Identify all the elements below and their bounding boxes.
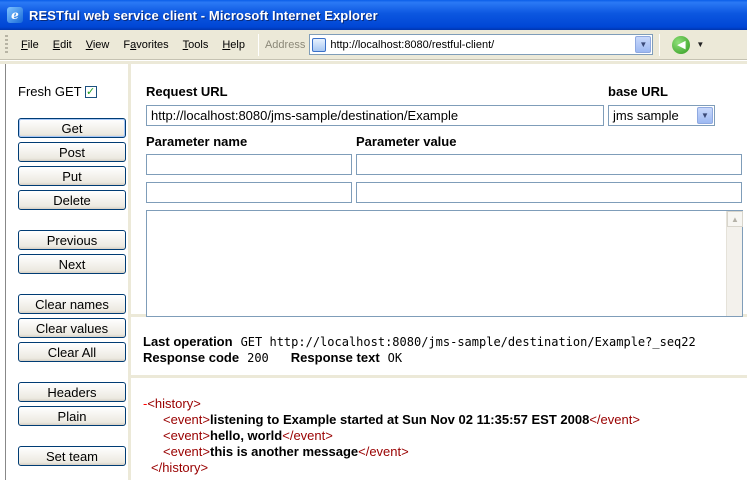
response-code-value: 200: [247, 351, 269, 365]
clear-names-button[interactable]: Clear names: [18, 294, 126, 314]
event-text: listening to Example started at Sun Nov …: [210, 412, 590, 427]
event-text: hello, world: [210, 428, 283, 443]
toolbar-separator: [659, 33, 661, 56]
xml-root-close: </history>: [151, 460, 209, 475]
fresh-get-option[interactable]: Fresh GET ✓: [18, 84, 97, 99]
get-button[interactable]: Get: [18, 118, 126, 138]
menu-file[interactable]: File: [14, 39, 46, 51]
menu-view[interactable]: View: [79, 39, 117, 51]
response-code-row: Response code 200 Response text OK: [143, 350, 402, 365]
window-title: RESTful web service client - Microsoft I…: [29, 7, 378, 23]
menu-bar: File Edit View Favorites Tools Help Addr…: [0, 30, 747, 60]
internet-explorer-icon: e: [7, 7, 23, 23]
request-url-input[interactable]: http://localhost:8080/jms-sample/destina…: [146, 105, 604, 126]
xml-root-open: -<history>: [143, 396, 201, 411]
headers-button[interactable]: Headers: [18, 382, 126, 402]
parameter-name-input-1[interactable]: [146, 154, 352, 175]
back-arrow-icon[interactable]: ◀: [672, 35, 691, 54]
toolbar-grip[interactable]: [5, 34, 8, 55]
menu-tools[interactable]: Tools: [176, 39, 216, 51]
next-button[interactable]: Next: [18, 254, 126, 274]
response-text-label: Response text: [290, 350, 380, 365]
base-url-select[interactable]: jms sample ▼: [608, 105, 715, 126]
parameter-value-input-1[interactable]: [356, 154, 742, 175]
parameter-name-input-2[interactable]: [146, 182, 352, 203]
chevron-down-icon[interactable]: ▼: [697, 107, 713, 124]
post-button[interactable]: Post: [18, 142, 126, 162]
clear-all-button[interactable]: Clear All: [18, 342, 126, 362]
window-titlebar[interactable]: e RESTful web service client - Microsoft…: [0, 0, 747, 30]
event-text: this is another message: [210, 444, 359, 459]
clear-values-button[interactable]: Clear values: [18, 318, 126, 338]
previous-button[interactable]: Previous: [18, 230, 126, 250]
address-input[interactable]: http://localhost:8080/restful-client/ ▼: [309, 34, 654, 55]
delete-button[interactable]: Delete: [18, 190, 126, 210]
parameter-name-label: Parameter name: [146, 134, 248, 149]
address-label: Address: [264, 38, 306, 51]
request-url-label: Request URL: [146, 84, 228, 99]
plain-button[interactable]: Plain: [18, 406, 126, 426]
put-button[interactable]: Put: [18, 166, 126, 186]
base-url-label: base URL: [608, 84, 668, 99]
xml-event-1: <event>listening to Example started at S…: [163, 412, 640, 427]
base-url-selected: jms sample: [613, 108, 679, 123]
back-dropdown-icon[interactable]: ▼: [696, 40, 704, 49]
xml-event-3: <event>this is another message</event>: [163, 444, 409, 459]
scroll-up-icon[interactable]: ▲: [727, 211, 743, 227]
address-dropdown-icon[interactable]: ▼: [635, 36, 652, 53]
set-team-button[interactable]: Set team: [18, 446, 126, 466]
last-operation-row: Last operation GET http://localhost:8080…: [143, 334, 696, 349]
response-frame: -<history> <event>listening to Example s…: [131, 381, 747, 480]
request-frame: Request URL base URL http://localhost:80…: [131, 64, 747, 317]
fresh-get-checkbox[interactable]: ✓: [84, 85, 97, 98]
response-code-label: Response code: [143, 350, 240, 365]
response-text-value: OK: [387, 351, 403, 365]
parameter-value-label: Parameter value: [356, 134, 457, 149]
request-body-textarea[interactable]: ▲: [146, 210, 743, 317]
textarea-scrollbar[interactable]: ▲: [726, 211, 743, 316]
parameter-value-input-2[interactable]: [356, 182, 742, 203]
fresh-get-label: Fresh GET: [18, 84, 82, 99]
menu-favorites[interactable]: Favorites: [116, 39, 175, 51]
menu-edit[interactable]: Edit: [46, 39, 79, 51]
address-url: http://localhost:8080/restful-client/: [330, 38, 495, 51]
status-frame: Last operation GET http://localhost:8080…: [131, 320, 747, 378]
last-operation-label: Last operation: [143, 334, 233, 349]
toolbar-separator: [257, 33, 259, 56]
page-icon: [312, 37, 327, 52]
menu-help[interactable]: Help: [215, 39, 252, 51]
xml-event-2: <event>hello, world</event>: [163, 428, 333, 443]
control-frame: Fresh GET ✓ Get Post Put Delete Previous…: [5, 64, 131, 480]
xml-response: -<history> <event>listening to Example s…: [143, 396, 640, 476]
last-operation-value: GET http://localhost:8080/jms-sample/des…: [240, 335, 696, 349]
